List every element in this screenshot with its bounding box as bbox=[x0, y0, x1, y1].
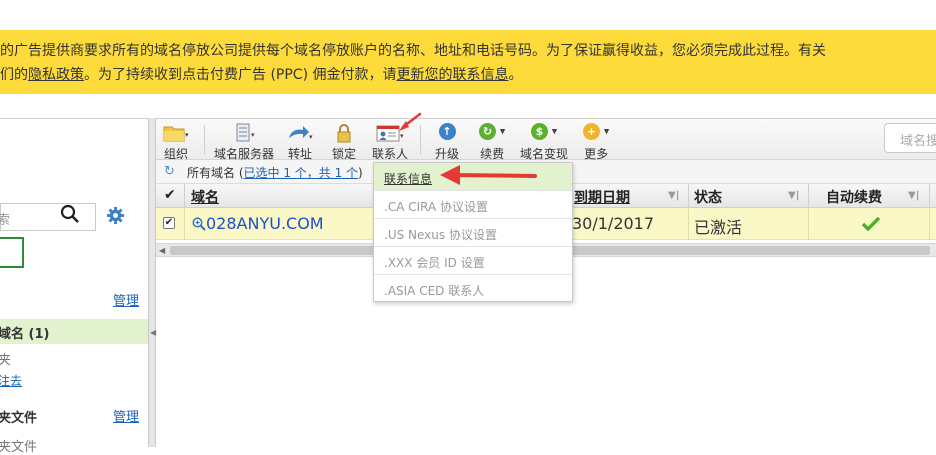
arrow-to-contacts-button bbox=[399, 112, 422, 131]
arrow-to-contact-info bbox=[440, 165, 537, 185]
annotation-arrows bbox=[399, 112, 537, 185]
